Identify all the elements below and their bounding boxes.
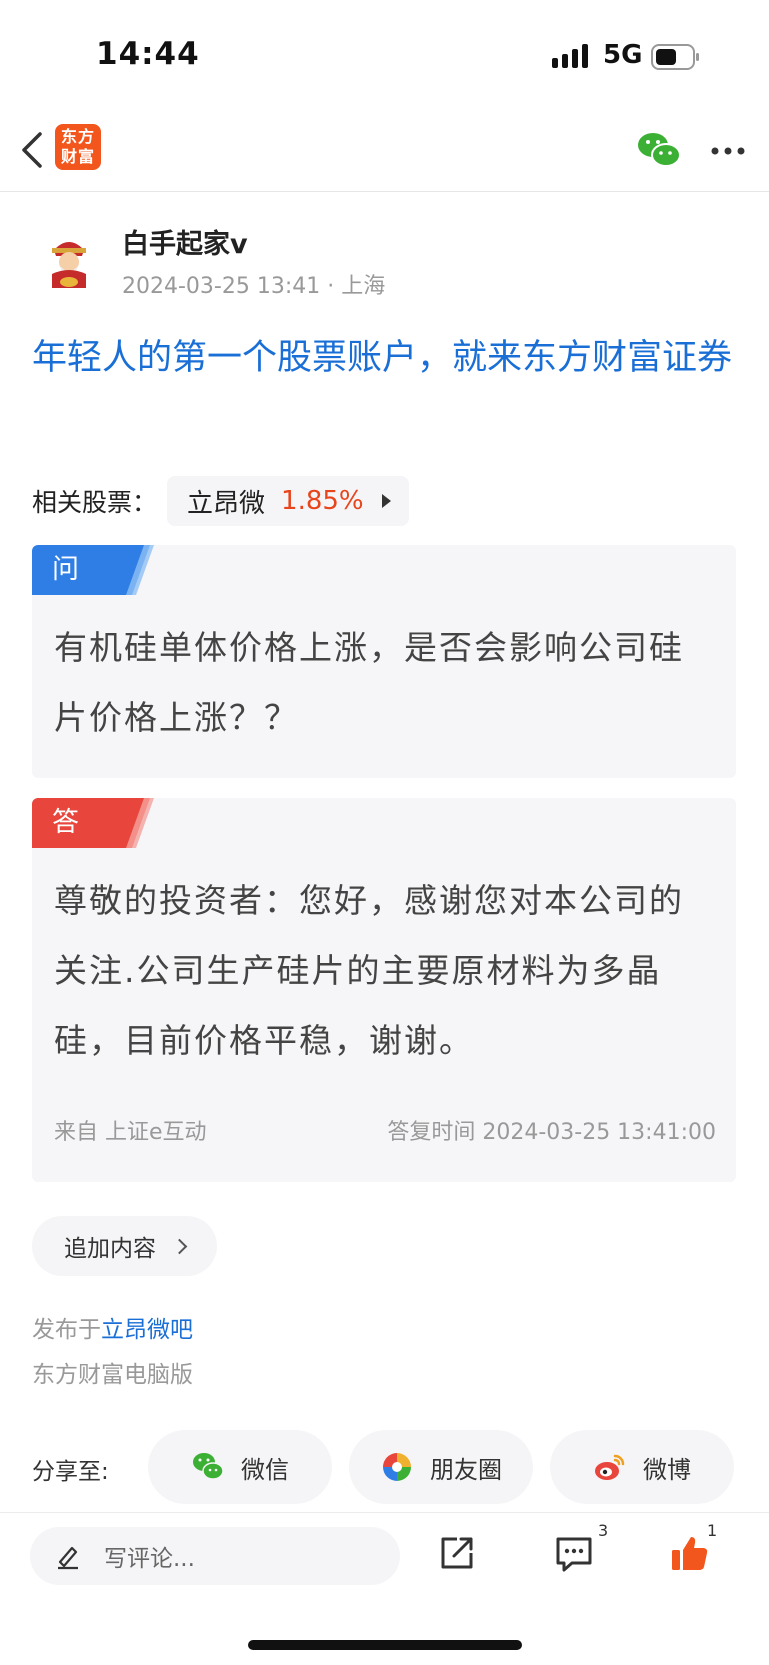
weibo-icon [595, 1454, 625, 1480]
nav-bar: 东方 财富 [0, 110, 769, 192]
logo-text-line1: 东方 [60, 127, 95, 146]
answer-time: 答复时间 2024-03-25 13:41:00 [387, 1120, 716, 1145]
share-wechat-button[interactable]: 微信 [148, 1430, 332, 1504]
logo-text-line2: 财富 [60, 147, 95, 166]
network-type: 5G [603, 40, 643, 70]
answer-source: 来自 上证e互动 [54, 1120, 207, 1145]
append-content-label: 追加内容 [64, 1236, 156, 1262]
share-row: 分享至: 微信 朋友圈 微博 [32, 1430, 742, 1504]
tag-decoration [124, 545, 154, 595]
answer-text: 尊敬的投资者：您好，感谢您对本公司的关注.公司生产硅片的主要原材料为多晶硅，目前… [54, 881, 684, 1060]
moments-icon [383, 1453, 411, 1481]
back-arrow-icon[interactable] [18, 128, 48, 172]
pc-version-link[interactable]: 东方财富电脑版 [32, 1355, 193, 1389]
comment-placeholder: 写评论... [104, 1546, 195, 1572]
question-text: 有机硅单体价格上涨，是否会影响公司硅片价格上涨？？ [54, 628, 684, 737]
battery-icon [651, 44, 699, 70]
share-moments-label: 朋友圈 [430, 1455, 502, 1484]
answer-tag: 答 [32, 798, 124, 848]
published-in: 发布于立昂微吧 [32, 1310, 193, 1344]
cellular-signal-icon [552, 44, 588, 68]
stock-change: 1.85% [281, 486, 364, 516]
status-bar: 14:44 5G [0, 0, 769, 110]
bottom-action-bar: 写评论... 3 1 [0, 1512, 769, 1602]
comment-input[interactable]: 写评论... [30, 1527, 400, 1585]
wechat-icon [193, 1453, 224, 1480]
chevron-right-icon [171, 1238, 188, 1254]
share-weibo-label: 微博 [643, 1455, 691, 1484]
answer-card: 答 尊敬的投资者：您好，感谢您对本公司的关注.公司生产硅片的主要原材料为多晶硅，… [32, 798, 736, 1182]
share-moments-button[interactable]: 朋友圈 [349, 1430, 533, 1504]
stock-chip[interactable]: 立昂微 1.85% [167, 476, 409, 526]
stock-name: 立昂微 [187, 488, 266, 519]
comment-icon[interactable] [554, 1533, 594, 1573]
play-arrow-icon [381, 494, 391, 508]
pencil-icon [58, 1546, 78, 1570]
share-wechat-label: 微信 [241, 1455, 289, 1484]
related-stocks: 相关股票： 立昂微 1.85% [32, 475, 409, 527]
question-tag: 问 [32, 545, 124, 595]
comment-count: 3 [598, 1521, 609, 1540]
post-meta: 2024-03-25 13:41 · 上海 [122, 274, 386, 299]
tag-decoration [124, 798, 154, 848]
question-card: 问 有机硅单体价格上涨，是否会影响公司硅片价格上涨？？ [32, 545, 736, 778]
stock-bar-link[interactable]: 立昂微吧 [101, 1317, 193, 1343]
more-options-icon[interactable] [711, 146, 745, 156]
status-time: 14:44 [96, 36, 200, 72]
author-name[interactable]: 白手起家v [122, 222, 248, 261]
avatar[interactable] [38, 230, 100, 292]
share-external-icon[interactable] [437, 1533, 477, 1573]
related-stocks-label: 相关股票： [32, 488, 158, 517]
wechat-share-icon[interactable] [636, 130, 682, 170]
post-title[interactable]: 年轻人的第一个股票账户，就来东方财富证券 [32, 330, 742, 386]
app-logo: 东方 财富 [55, 124, 101, 170]
like-count: 1 [707, 1521, 718, 1540]
append-content-button[interactable]: 追加内容 [32, 1216, 217, 1276]
share-label: 分享至: [32, 1459, 109, 1485]
like-thumb-icon[interactable] [670, 1533, 710, 1573]
home-indicator [248, 1640, 522, 1650]
share-weibo-button[interactable]: 微博 [550, 1430, 734, 1504]
published-prefix: 发布于 [32, 1317, 101, 1343]
